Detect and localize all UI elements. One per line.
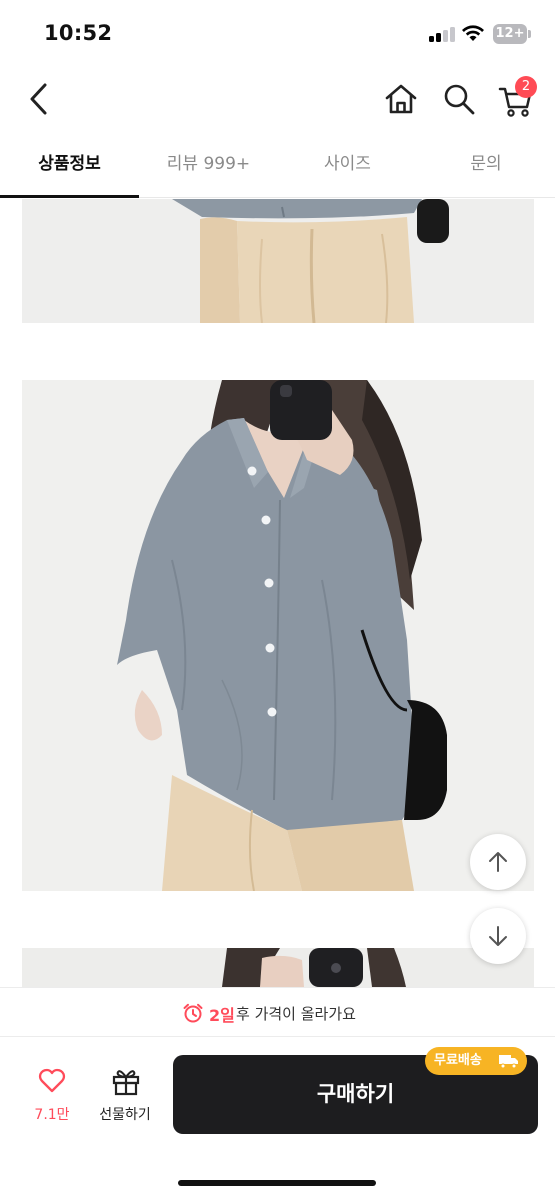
scroll-bottom-button[interactable] <box>470 908 526 964</box>
gift-icon <box>112 1070 140 1096</box>
tab-inquiry[interactable]: 문의 <box>417 132 555 198</box>
gift-label: 선물하기 <box>99 1107 151 1123</box>
truck-icon <box>499 1055 518 1069</box>
wifi-icon <box>462 25 484 41</box>
back-icon[interactable] <box>24 79 58 119</box>
notice-days: 2일 <box>209 1006 235 1025</box>
search-icon[interactable] <box>441 81 477 117</box>
arrow-up-icon <box>489 852 507 872</box>
like-count: 7.1만 <box>34 1107 70 1123</box>
product-photo-pants <box>22 199 534 323</box>
home-indicator <box>178 1180 376 1186</box>
scroll-top-button[interactable] <box>470 834 526 890</box>
tab-size[interactable]: 사이즈 <box>278 132 417 198</box>
free-shipping-badge: 무료배송 <box>425 1047 527 1075</box>
top-nav <box>0 66 555 132</box>
cart-count-badge: 2 <box>515 76 537 98</box>
home-icon[interactable] <box>383 81 419 117</box>
status-time: 10:52 <box>44 21 113 45</box>
product-photo-mirror-selfie <box>22 948 534 987</box>
signal-icon <box>429 26 455 42</box>
alarm-clock-icon <box>183 1003 203 1023</box>
heart-icon <box>38 1068 66 1093</box>
notice-text: 후 가격이 올라가요 <box>236 1005 356 1023</box>
active-tab-indicator <box>0 195 139 198</box>
status-bar: 10:52 12+ <box>0 0 555 66</box>
tab-product-info[interactable]: 상품정보 <box>0 132 139 198</box>
gift-button[interactable]: 선물하기 <box>90 1068 160 1128</box>
tab-reviews[interactable]: 리뷰 999+ <box>139 132 278 198</box>
price-increase-notice: 2일 후 가격이 올라가요 <box>0 987 555 1037</box>
free-shipping-label: 무료배송 <box>434 1053 482 1068</box>
arrow-down-icon <box>489 926 507 946</box>
battery-indicator: 12+ <box>493 24 527 44</box>
product-photo-shirt <box>22 380 534 891</box>
product-tabs: 상품정보 리뷰 999+ 사이즈 문의 <box>0 132 555 198</box>
like-button[interactable]: 7.1만 <box>28 1068 76 1128</box>
battery-cap <box>528 30 531 38</box>
